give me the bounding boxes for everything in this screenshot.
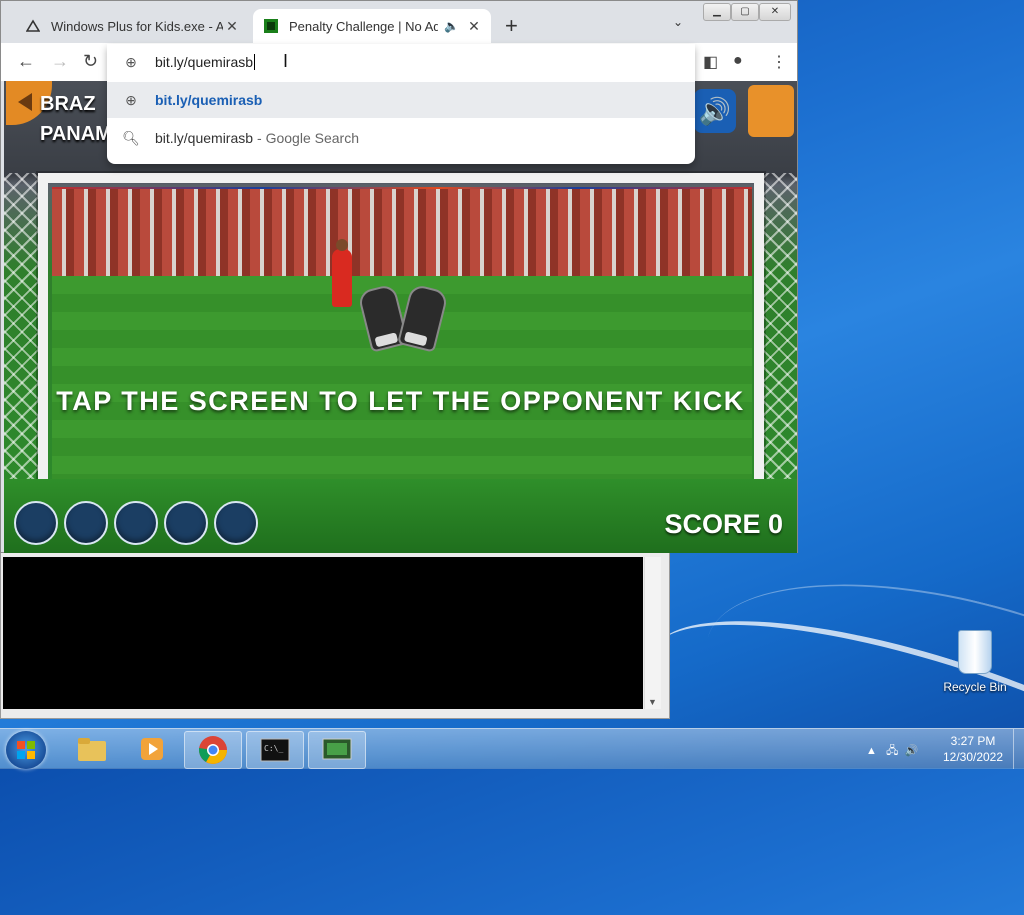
chrome-icon: [199, 736, 227, 764]
anon-file-icon: [25, 18, 41, 34]
shot-indicator: [214, 501, 258, 545]
minimize-button[interactable]: ▁: [703, 3, 731, 21]
shot-indicator: [114, 501, 158, 545]
volume-icon[interactable]: 🔊: [904, 745, 918, 757]
tray-icons[interactable]: ▲ 🖧 🔊: [866, 742, 918, 761]
opponent-kicker: [332, 239, 352, 307]
recycle-bin-label: Recycle Bin: [943, 680, 1007, 694]
taskbar: C:\_ ▲ 🖧 🔊 3:27 PM 12/30/2022: [0, 728, 1024, 769]
globe-icon: ⊕: [125, 91, 137, 108]
tab-windows-plus[interactable]: Windows Plus for Kids.exe - Anon ✕: [15, 9, 249, 43]
profile-avatar-icon[interactable]: ●: [733, 52, 743, 70]
back-arrow-icon[interactable]: ←: [17, 51, 35, 72]
omnibox-dropdown[interactable]: ⊕ bit.ly/quemirasb ⊕ bit.ly/quemirasb 🔍︎…: [107, 44, 695, 164]
console-window[interactable]: ▼: [0, 552, 670, 719]
taskbar-chrome[interactable]: [184, 731, 242, 769]
score-display: SCORE 0: [664, 509, 783, 539]
globe-icon: ⊕: [125, 53, 137, 70]
address-bar[interactable]: ⊕ bit.ly/quemirasb: [107, 44, 695, 80]
suggestion-text: bit.ly/quemirasb: [155, 92, 263, 108]
fullscreen-icon[interactable]: [748, 85, 794, 137]
tab-title: Penalty Challenge | No Ads |: [289, 18, 439, 34]
network-icon[interactable]: 🖧: [886, 745, 898, 757]
forward-arrow-icon[interactable]: →: [51, 51, 69, 72]
close-tab-icon[interactable]: ✕: [465, 18, 483, 35]
folder-icon: [78, 738, 106, 761]
team-home: BRAZ: [40, 93, 96, 115]
tab-penalty-challenge[interactable]: Penalty Challenge | No Ads | 🔈 ✕: [253, 9, 491, 43]
game-favicon-icon: [263, 18, 279, 34]
scroll-down-arrow-icon[interactable]: ▼: [648, 697, 657, 707]
show-hidden-icons-icon[interactable]: ▲: [866, 745, 877, 757]
clock-date: 12/30/2022: [942, 750, 1004, 764]
shot-indicator: [64, 501, 108, 545]
new-tab-plus-icon[interactable]: +: [505, 13, 518, 39]
shot-indicators: [14, 501, 258, 545]
system-clock[interactable]: 3:27 PM 12/30/2022: [930, 733, 1016, 765]
shot-indicator: [164, 501, 208, 545]
menu-kebab-icon[interactable]: ⋮: [771, 52, 787, 72]
ibeam-cursor-icon: I: [283, 51, 289, 71]
team-away: PANAM: [40, 123, 112, 145]
right-glove-icon: [397, 283, 449, 353]
game-instruction: TAP THE SCREEN TO LET THE OPPONENT KICK: [56, 386, 745, 416]
speaker-icon[interactable]: 🔈: [444, 19, 459, 33]
text-caret: [254, 54, 256, 70]
reload-icon[interactable]: ↻: [83, 51, 98, 72]
recycle-bin-icon[interactable]: [958, 630, 992, 674]
close-tab-icon[interactable]: ✕: [223, 18, 241, 35]
goalkeeper-gloves[interactable]: [357, 283, 449, 353]
taskbar-media-player[interactable]: [124, 731, 180, 767]
clock-time: 3:27 PM: [950, 734, 996, 748]
console-scrollbar[interactable]: ▼: [644, 557, 661, 709]
console-output: [3, 557, 643, 709]
close-window-button[interactable]: ✕: [759, 3, 791, 21]
maximize-button[interactable]: ▢: [731, 3, 759, 21]
browser-window[interactable]: Windows Plus for Kids.exe - Anon ✕ Penal…: [0, 0, 798, 553]
address-input[interactable]: bit.ly/quemirasb: [155, 54, 253, 70]
suggestion-url[interactable]: ⊕ bit.ly/quemirasb: [107, 82, 695, 118]
suggestion-search[interactable]: 🔍︎ bit.ly/quemirasb - Google Search: [107, 120, 695, 156]
monitor-app-icon: [322, 738, 352, 760]
side-panel-icon[interactable]: ◧: [703, 52, 718, 72]
start-button[interactable]: [6, 731, 46, 769]
suggestion-secondary: - Google Search: [257, 130, 359, 146]
windows-logo-icon: [17, 741, 35, 759]
taskbar-explorer[interactable]: [64, 731, 120, 767]
suggestion-text: bit.ly/quemirasb: [155, 130, 254, 146]
taskbar-app[interactable]: [308, 731, 366, 769]
cmd-icon: C:\_: [260, 738, 290, 762]
taskbar-cmd[interactable]: C:\_: [246, 731, 304, 769]
tab-strip: Windows Plus for Kids.exe - Anon ✕ Penal…: [1, 1, 797, 43]
media-player-icon: [141, 738, 163, 760]
tab-search-chevron-icon[interactable]: ⌄: [673, 15, 683, 29]
tab-title: Windows Plus for Kids.exe - Anon: [51, 18, 223, 34]
shot-indicator: [14, 501, 58, 545]
search-icon: 🔍︎: [122, 129, 140, 146]
sound-toggle-icon[interactable]: 🔊: [694, 89, 736, 133]
show-desktop-button[interactable]: [1013, 729, 1024, 769]
recycle-bin[interactable]: Recycle Bin: [940, 630, 1010, 694]
svg-text:C:\_: C:\_: [264, 744, 283, 753]
